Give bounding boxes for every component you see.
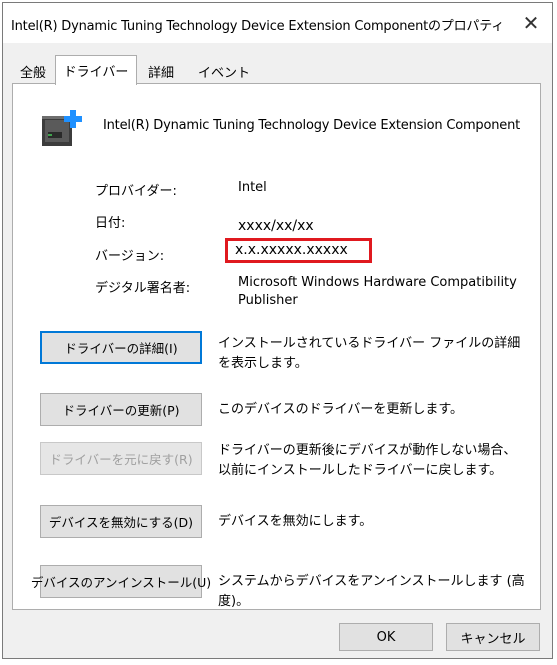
driver-details-description: インストールされているドライバー ファイルの詳細を表示します。 xyxy=(218,336,521,371)
tab-strip: 全般 ドライバー 詳細 イベント xyxy=(11,55,544,85)
close-button[interactable]: ✕ xyxy=(510,3,552,43)
tab-general[interactable]: 全般 xyxy=(11,59,55,83)
window-title: Intel(R) Dynamic Tuning Technology Devic… xyxy=(11,19,505,34)
roll-back-driver-description: ドライバーの更新後にデバイスが動作しない場合、以前にインストールしたドライバーに… xyxy=(218,443,517,478)
disable-device-button[interactable]: デバイスを無効にする(D) xyxy=(40,505,202,538)
uninstall-device-description: システムからデバイスをアンインストールします (高度)。 xyxy=(218,574,525,609)
date-label: 日付: xyxy=(95,216,126,231)
provider-value: Intel xyxy=(238,180,267,195)
tab-details[interactable]: 詳細 xyxy=(135,59,187,83)
signer-label: デジタル署名者: xyxy=(95,281,191,296)
roll-back-driver-button[interactable]: ドライバーを元に戻す(R) xyxy=(40,442,202,475)
properties-dialog: Intel(R) Dynamic Tuning Technology Devic… xyxy=(2,2,553,659)
uninstall-device-button[interactable]: デバイスのアンインストール(U) xyxy=(31,565,211,598)
date-value: xxxx/xx/xx xyxy=(238,218,314,234)
driver-tab-panel: Intel(R) Dynamic Tuning Technology Devic… xyxy=(12,83,541,610)
close-icon: ✕ xyxy=(522,11,540,35)
tab-driver[interactable]: ドライバー xyxy=(55,55,137,85)
update-driver-button[interactable]: ドライバーの更新(P) xyxy=(40,393,202,426)
update-driver-description: このデバイスのドライバーを更新します。 xyxy=(218,402,464,417)
version-label: バージョン: xyxy=(95,249,165,264)
signer-value: Microsoft Windows Hardware Compatibility… xyxy=(238,275,517,308)
cancel-button[interactable]: キャンセル xyxy=(446,623,540,651)
title-bar: Intel(R) Dynamic Tuning Technology Devic… xyxy=(3,3,552,43)
driver-details-button[interactable]: ドライバーの詳細(I) xyxy=(40,331,202,364)
device-name: Intel(R) Dynamic Tuning Technology Devic… xyxy=(103,118,521,133)
tab-events[interactable]: イベント xyxy=(189,59,259,83)
disable-device-description: デバイスを無効にします。 xyxy=(218,514,373,529)
provider-label: プロバイダー: xyxy=(95,184,177,199)
device-extension-icon xyxy=(42,110,82,146)
version-highlight-box xyxy=(225,238,372,263)
ok-button[interactable]: OK xyxy=(339,623,433,651)
